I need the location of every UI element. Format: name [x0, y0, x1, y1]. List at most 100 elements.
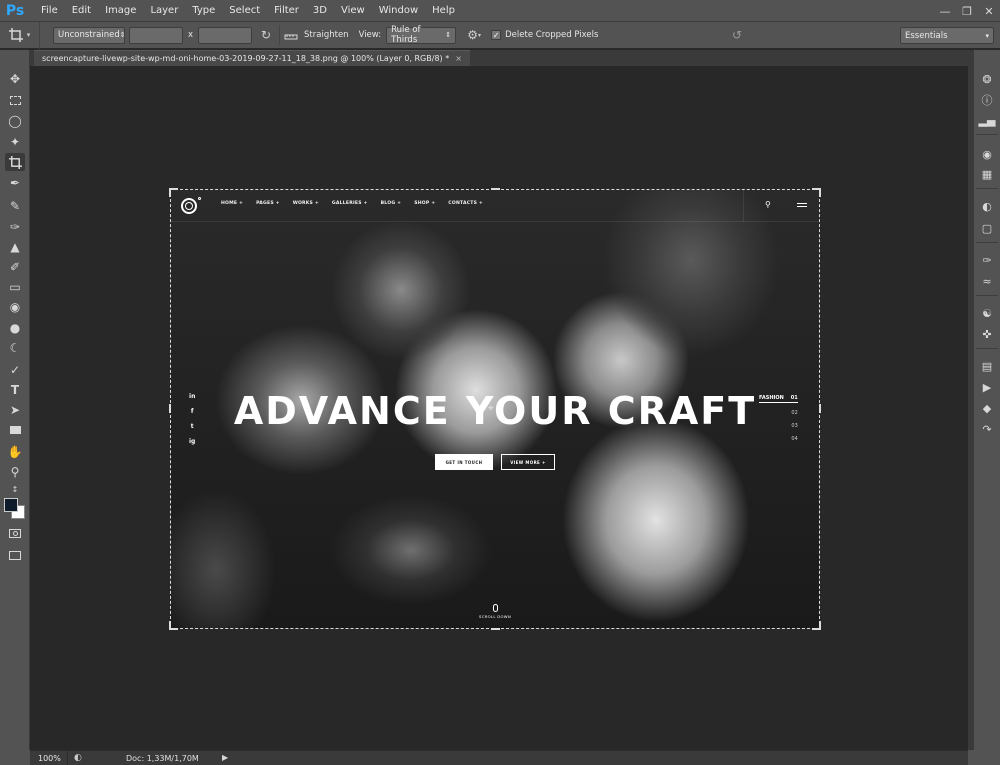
minimize-button[interactable]: — — [934, 0, 956, 22]
straighten-label[interactable]: Straighten — [304, 30, 349, 40]
path-selection-tool-icon[interactable]: ➤ — [5, 401, 25, 419]
swap-icon[interactable]: ↻ — [255, 25, 277, 45]
history-brush-tool-icon[interactable]: ✐ — [5, 258, 25, 276]
color-icon[interactable]: ◉ — [977, 145, 997, 163]
slide-active-label: FASHION — [759, 395, 784, 401]
pen-tool-icon[interactable]: ✓ — [5, 361, 25, 379]
workspace-select[interactable]: Essentials ▾ — [900, 27, 994, 44]
menu-help[interactable]: Help — [425, 0, 462, 22]
styles-icon[interactable]: ▢ — [977, 219, 997, 237]
tool-preset-picker[interactable]: ▾ — [0, 21, 40, 49]
photoshop-logo: Ps — [5, 2, 25, 19]
move-tool-icon[interactable]: ✥ — [5, 70, 25, 88]
nav-link-home: HOME + — [221, 201, 244, 206]
histogram-icon[interactable]: ▂▄ — [977, 111, 997, 129]
actions-icon[interactable]: ▶ — [977, 378, 997, 396]
hero-buttons: GET IN TOUCH VIEW MORE + — [171, 454, 819, 470]
eraser-tool-icon[interactable]: ▭ — [5, 278, 25, 296]
overlay-view-select[interactable]: Rule of Thirds ⇕ — [386, 25, 457, 45]
tools-panel: ✥ ◯ ✦ ✒ ✎ ✑ ▲ ✐ ▭ ◉ ● ☾ ✓ T ➤ ✋ ⚲ ↕ — [0, 50, 30, 750]
menu-view[interactable]: View — [334, 0, 372, 22]
document-tab[interactable]: screencapture-livewp-site-wp-md-oni-home… — [34, 50, 470, 66]
photoshop-window: Ps File Edit Image Layer Type Select Fil… — [0, 0, 1000, 765]
type-tool-icon[interactable]: T — [5, 381, 25, 399]
hand-tool-icon[interactable]: ✋ — [5, 443, 25, 461]
menu-image[interactable]: Image — [98, 0, 143, 22]
chevron-down-icon: ▾ — [26, 31, 31, 39]
history-icon[interactable]: ↷ — [977, 420, 997, 438]
adjustments-icon[interactable]: ◐ — [977, 197, 997, 215]
paint-bucket-tool-icon[interactable]: ◉ — [5, 298, 25, 316]
menu-bar: Ps File Edit Image Layer Type Select Fil… — [0, 0, 1000, 22]
character-icon[interactable]: ▤ — [977, 357, 997, 375]
workspace-value: Essentials — [905, 30, 948, 41]
zoom-tool-icon[interactable]: ⚲ — [5, 463, 25, 481]
menu-edit[interactable]: Edit — [65, 0, 98, 22]
menu-3d[interactable]: 3D — [306, 0, 334, 22]
swatches-icon[interactable]: ▦ — [977, 165, 997, 183]
gear-icon[interactable]: ⚙ ▾ — [462, 25, 486, 45]
crop-icon — [8, 28, 23, 42]
lasso-tool-icon[interactable]: ◯ — [5, 112, 25, 130]
slide-active-number: 01 — [790, 395, 798, 401]
slide-number: 02 — [791, 410, 798, 416]
scroll-down-label: SCROLL DOWN — [479, 614, 511, 619]
status-share-icon[interactable]: ◐ — [74, 753, 82, 763]
layers-icon[interactable]: ◆ — [977, 399, 997, 417]
eyedropper-tool-icon[interactable]: ✒ — [5, 174, 25, 192]
crop-height-input[interactable] — [198, 26, 253, 44]
status-bar: 100% ◐ Doc: 1,33M/1,70M ▶ — [30, 750, 968, 765]
instagram-icon: ig — [189, 438, 196, 445]
menu-filter[interactable]: Filter — [267, 0, 306, 22]
menu-window[interactable]: Window — [372, 0, 425, 22]
close-button[interactable]: ✕ — [978, 0, 1000, 22]
stepper-icon: ⇕ — [445, 31, 452, 39]
info-icon[interactable]: ⓘ — [977, 91, 997, 109]
navigator-icon[interactable]: ❂ — [977, 70, 997, 88]
status-menu-arrow-icon[interactable]: ▶ — [222, 753, 228, 762]
document-canvas[interactable]: HOME + PAGES + WORKS + GALLERIES + BLOG … — [171, 190, 819, 628]
crop-tool-icon[interactable] — [5, 153, 25, 171]
menu-type[interactable]: Type — [185, 0, 222, 22]
default-colors-icon[interactable]: ↕ — [5, 484, 25, 494]
menu-select[interactable]: Select — [222, 0, 267, 22]
marquee-tool-icon[interactable] — [5, 91, 25, 109]
window-controls: — ❐ ✕ — [934, 0, 1000, 22]
delete-cropped-pixels-option[interactable]: ✓ Delete Cropped Pixels — [491, 30, 598, 40]
zoom-level-field[interactable]: 100% — [30, 750, 68, 765]
times-label: x — [188, 30, 194, 40]
rectangle-tool-icon[interactable] — [5, 421, 25, 439]
menu-layer[interactable]: Layer — [143, 0, 185, 22]
crop-center-crosshair-icon[interactable]: ⌖ — [488, 403, 494, 414]
magic-wand-tool-icon[interactable]: ✦ — [5, 133, 25, 151]
delete-cropped-checkbox[interactable]: ✓ — [491, 30, 502, 40]
overlay-view-value: Rule of Thirds — [391, 25, 421, 45]
document-size-info[interactable]: Doc: 1,33M/1,70M — [126, 754, 199, 763]
site-search-icon: ⚲ — [765, 200, 771, 209]
clone-stamp-tool-icon[interactable]: ▲ — [5, 238, 25, 256]
close-tab-icon[interactable]: × — [455, 54, 462, 63]
slide-number: 03 — [791, 423, 798, 429]
get-in-touch-button: GET IN TOUCH — [435, 454, 493, 470]
paths-icon[interactable]: ✜ — [977, 325, 997, 343]
foreground-color-swatch[interactable] — [4, 498, 18, 512]
screen-mode-icon[interactable] — [5, 546, 25, 564]
channels-icon[interactable]: ☯ — [977, 304, 997, 322]
brush-presets-icon[interactable]: ✑ — [977, 251, 997, 269]
crop-width-input[interactable] — [129, 26, 183, 44]
healing-brush-tool-icon[interactable]: ✎ — [5, 197, 25, 215]
view-label: View: — [358, 30, 382, 40]
brush-settings-icon[interactable]: ≈ — [977, 272, 997, 290]
blur-tool-icon[interactable]: ● — [5, 319, 25, 337]
nav-link-works: WORKS + — [292, 201, 319, 206]
ratio-preset-select[interactable]: Unconstrained ⇕ — [53, 26, 126, 44]
status-right-strip — [968, 750, 1000, 765]
restore-button[interactable]: ❐ — [956, 0, 978, 22]
menu-file[interactable]: File — [34, 0, 65, 22]
slide-active-item: FASHION 01 — [759, 395, 798, 403]
quick-mask-icon[interactable] — [5, 524, 25, 542]
reset-icon[interactable]: ↺ — [728, 26, 746, 44]
straighten-icon[interactable] — [279, 25, 301, 45]
dodge-tool-icon[interactable]: ☾ — [5, 339, 25, 357]
brush-tool-icon[interactable]: ✑ — [5, 218, 25, 236]
